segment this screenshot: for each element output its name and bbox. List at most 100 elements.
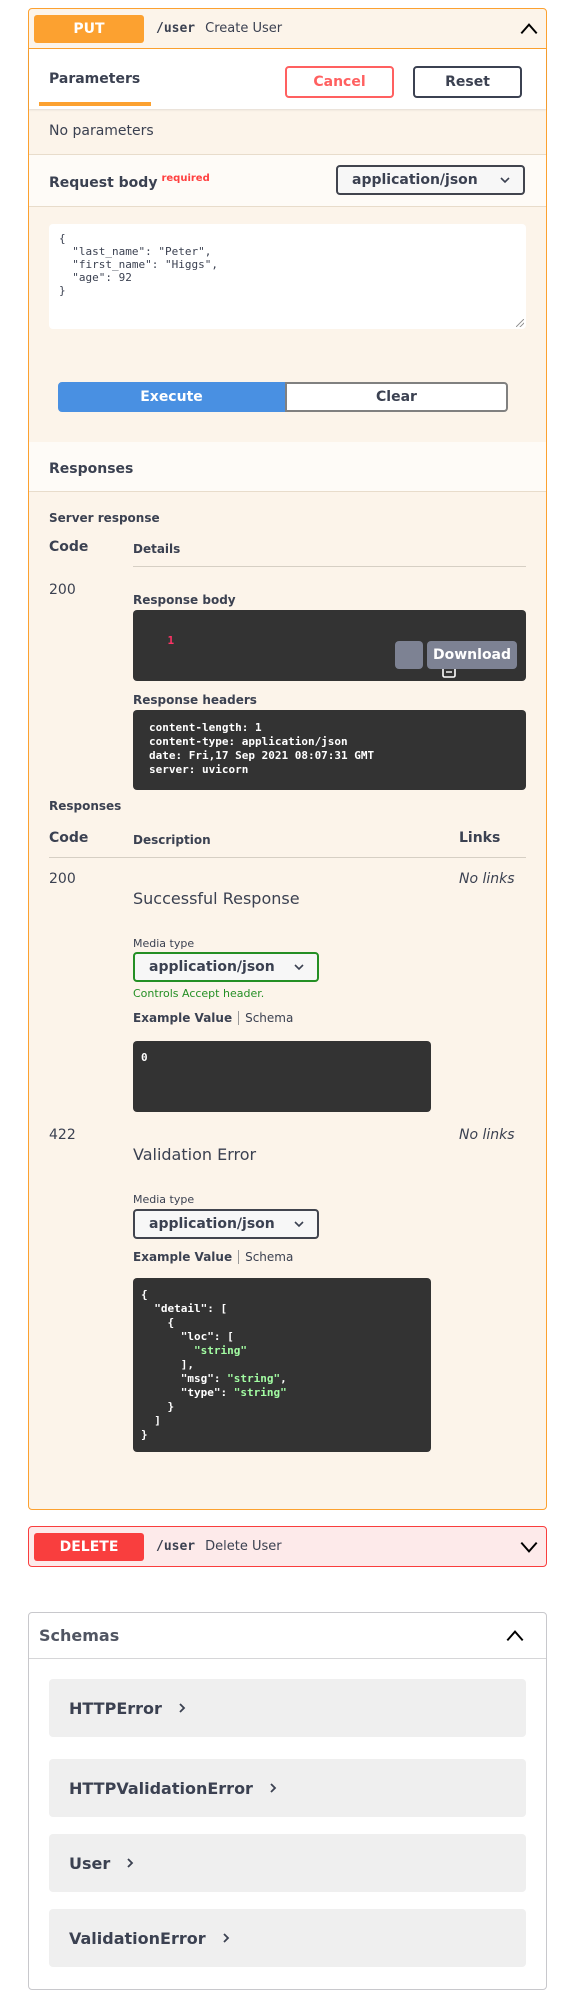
code-line: { [141,1316,175,1329]
code-line: { [141,1288,148,1301]
download-button[interactable]: Download [427,641,518,669]
select-value: application/json [352,172,478,188]
response-headers-box: content-length: 1 content-type: applicati… [133,710,526,790]
copy-button[interactable] [395,641,456,678]
code-line: } [141,1428,148,1441]
select-value: application/json [149,959,275,975]
response-description: Successful Response [133,889,300,908]
put-operation-summary[interactable]: PUT /user Create User [29,9,546,49]
controls-accept-note: Controls Accept header. [133,987,265,1000]
response-body-box: 1 Download [133,610,526,681]
responses-title: Responses [49,461,134,477]
response-media-type-select[interactable]: application/json [133,952,319,982]
request-body-title: Request body required [49,173,210,191]
schemas-section: Schemas HTTPError HTTPValidationError Us… [28,1612,547,1990]
links-column-header: Links [459,830,501,846]
chevron-right-icon [127,1858,134,1868]
code-line: date: Fri,17 Sep 2021 08:07:31 GMT [149,749,375,762]
response-body-label: Response body [133,593,236,607]
chevron-down-icon[interactable] [518,1536,540,1558]
parameters-header: Parameters Cancel Reset [29,49,546,109]
no-links-text: No links [459,1127,515,1143]
put-method-badge: PUT [34,14,144,43]
required-badge: required [161,173,210,184]
execute-button[interactable]: Execute [58,382,285,412]
chevron-up-icon[interactable] [518,18,540,40]
reset-button[interactable]: Reset [413,66,522,98]
code-line: } [59,284,66,297]
code-line: 0 [141,1051,148,1064]
chevron-down-icon [294,964,304,971]
tab-example-value[interactable]: Example Value [133,1250,232,1264]
request-content-type-select[interactable]: application/json [336,165,525,195]
responses-section-label: Responses [49,799,122,813]
delete-method-badge: DELETE [34,1532,144,1561]
media-type-label: Media type [133,1193,195,1206]
put-op-summary-text: Create User [205,21,283,36]
example-value-box: 0 [133,1041,431,1112]
code-line: "msg": "string", [141,1372,287,1385]
response-code: 200 [49,871,76,887]
example-schema-tabs: Example Value Schema [133,1011,293,1025]
response-body-value: 1 [167,634,175,647]
server-response-label: Server response [49,511,160,525]
example-schema-tabs: Example Value Schema [133,1250,293,1264]
code-line: "type": "string" [141,1386,287,1399]
code-line: "detail": [ [141,1302,228,1315]
response-description: Validation Error [133,1145,257,1164]
request-body-header: Request body required application/json [29,154,546,207]
tab-schema[interactable]: Schema [245,1250,293,1264]
chevron-right-icon [179,1703,186,1713]
schema-item-validationerror[interactable]: ValidationError [49,1909,526,1967]
clear-button[interactable]: Clear [285,382,508,412]
chevron-down-icon [294,1221,304,1228]
schemas-header[interactable]: Schemas [29,1613,546,1659]
resize-handle[interactable] [516,319,524,327]
schema-name: HTTPValidationError [69,1778,253,1798]
put-operation: PUT /user Create User Parameters Cancel … [28,8,547,1510]
delete-operation-summary[interactable]: DELETE /user Delete User [28,1526,547,1567]
tab-parameters[interactable]: Parameters [49,71,140,87]
code-line: ] [141,1414,161,1427]
code-line: content-length: 1 [149,721,262,734]
tab-schema[interactable]: Schema [245,1011,293,1025]
response-headers-label: Response headers [133,693,257,707]
tab-separator [238,1011,240,1025]
request-body-editor[interactable]: { "last_name": "Peter", "first_name": "H… [49,224,526,329]
chevron-right-icon [270,1783,277,1793]
chevron-up-icon[interactable] [504,1625,526,1647]
server-response-code: 200 [49,582,76,598]
schema-name: HTTPError [69,1698,162,1718]
details-column-header: Details [133,542,181,556]
tab-example-value[interactable]: Example Value [133,1011,232,1025]
response-code: 422 [49,1127,76,1143]
chevron-right-icon [223,1933,229,1943]
schema-name: User [69,1853,111,1873]
responses-header: Responses [29,442,546,492]
schema-name: ValidationError [69,1928,206,1948]
code-line: server: uvicorn [149,763,249,776]
schema-item-httpvalidationerror[interactable]: HTTPValidationError [49,1759,526,1817]
schema-item-user[interactable]: User [49,1834,526,1892]
code-line: { [59,232,66,245]
delete-op-summary-text: Delete User [205,1539,282,1554]
code-line: "last_name": "Peter", [59,245,212,258]
response-media-type-select[interactable]: application/json [133,1209,319,1239]
chevron-down-icon [500,177,510,184]
code-line: "loc": [ [141,1330,234,1343]
delete-op-path: /user [156,1539,196,1554]
code-line: "first_name": "Higgs", [59,258,218,271]
code-line: "age": 92 [59,271,132,284]
schema-item-httperror[interactable]: HTTPError [49,1679,526,1737]
select-value: application/json [149,1216,275,1232]
code-column-header: Code [49,830,89,846]
divider [49,857,526,858]
description-column-header: Description [133,833,211,847]
code-column-header: Code [49,539,89,555]
no-links-text: No links [459,871,515,887]
code-line: } [141,1400,175,1413]
cancel-button[interactable]: Cancel [285,66,394,98]
schemas-title: Schemas [39,1626,120,1645]
put-op-path: /user [156,21,196,36]
code-line: content-type: application/json [149,735,348,748]
